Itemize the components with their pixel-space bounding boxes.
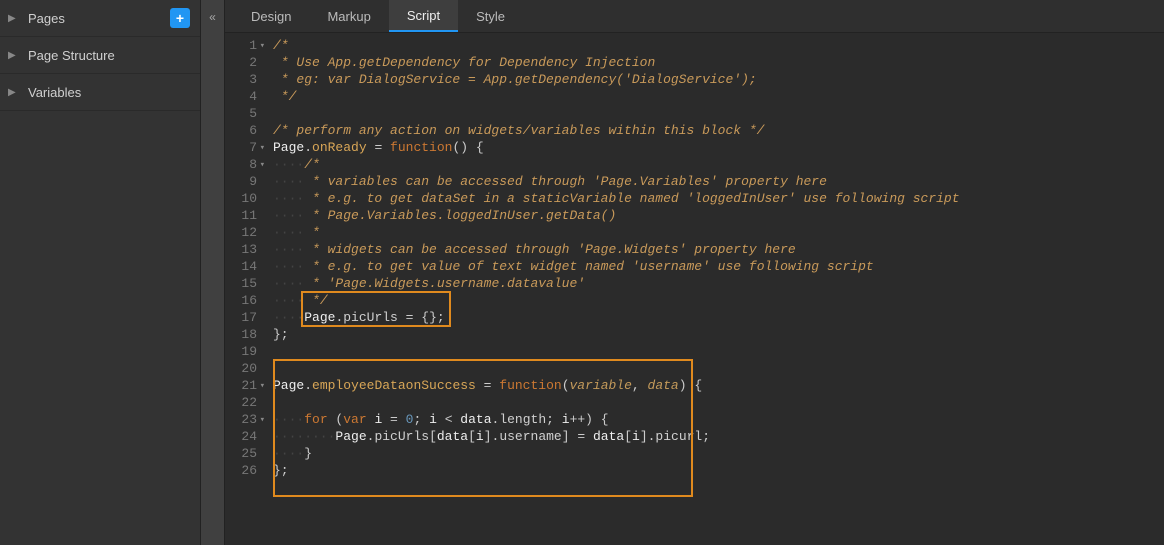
line-number: 7▾	[225, 139, 257, 156]
sidebar-item-label: Pages	[28, 11, 170, 26]
line-number: 20	[225, 360, 257, 377]
code-line[interactable]: ···· * e.g. to get dataSet in a staticVa…	[273, 190, 1164, 207]
add-page-button[interactable]: +	[170, 8, 190, 28]
code-line[interactable]	[273, 105, 1164, 122]
line-number: 11	[225, 207, 257, 224]
editor-tabbar: Design Markup Script Style	[225, 0, 1164, 33]
caret-right-icon: ▶	[8, 13, 20, 24]
caret-right-icon: ▶	[8, 50, 20, 61]
tab-label: Script	[407, 8, 440, 23]
line-number: 6	[225, 122, 257, 139]
main-panel: Design Markup Script Style 1▾234567▾8▾91…	[225, 0, 1164, 545]
tab-markup[interactable]: Markup	[309, 0, 388, 32]
line-number: 3	[225, 71, 257, 88]
code-line[interactable]	[273, 360, 1164, 377]
sidebar-collapse-gutter: «	[201, 0, 225, 545]
line-number: 25	[225, 445, 257, 462]
code-line[interactable]: };	[273, 462, 1164, 479]
line-number: 23▾	[225, 411, 257, 428]
code-line[interactable]: * eg: var DialogService = App.getDepende…	[273, 71, 1164, 88]
code-line[interactable]: /* perform any action on widgets/variabl…	[273, 122, 1164, 139]
tab-label: Markup	[327, 9, 370, 24]
code-line[interactable]	[273, 343, 1164, 360]
line-number: 10	[225, 190, 257, 207]
line-number: 18	[225, 326, 257, 343]
code-line[interactable]: };	[273, 326, 1164, 343]
code-line[interactable]: ···· */	[273, 292, 1164, 309]
sidebar-item-variables[interactable]: ▶ Variables	[0, 74, 200, 111]
tab-label: Design	[251, 9, 291, 24]
line-number: 21▾	[225, 377, 257, 394]
tab-script[interactable]: Script	[389, 0, 458, 32]
tab-label: Style	[476, 9, 505, 24]
code-line[interactable]: ···· * variables can be accessed through…	[273, 173, 1164, 190]
code-line[interactable]	[273, 394, 1164, 411]
sidebar-item-pages[interactable]: ▶ Pages +	[0, 0, 200, 37]
code-editor[interactable]: 1▾234567▾8▾9101112131415161718192021▾222…	[225, 33, 1164, 545]
code-line[interactable]: */	[273, 88, 1164, 105]
line-number: 4	[225, 88, 257, 105]
line-number: 13	[225, 241, 257, 258]
line-number: 1▾	[225, 37, 257, 54]
code-line[interactable]: ····for (var i = 0; i < data.length; i++…	[273, 411, 1164, 428]
code-body[interactable]: /* * Use App.getDependency for Dependenc…	[263, 33, 1164, 545]
tab-style[interactable]: Style	[458, 0, 523, 32]
line-number-gutter: 1▾234567▾8▾9101112131415161718192021▾222…	[225, 33, 263, 545]
code-line[interactable]: ····}	[273, 445, 1164, 462]
sidebar-item-label: Page Structure	[28, 48, 190, 63]
code-line[interactable]: /*	[273, 37, 1164, 54]
collapse-sidebar-button[interactable]: «	[204, 8, 222, 26]
sidebar-item-page-structure[interactable]: ▶ Page Structure	[0, 37, 200, 74]
line-number: 9	[225, 173, 257, 190]
sidebar: ▶ Pages + ▶ Page Structure ▶ Variables	[0, 0, 201, 545]
line-number: 22	[225, 394, 257, 411]
code-line[interactable]: ···· * widgets can be accessed through '…	[273, 241, 1164, 258]
line-number: 5	[225, 105, 257, 122]
line-number: 17	[225, 309, 257, 326]
line-number: 19	[225, 343, 257, 360]
tab-design[interactable]: Design	[233, 0, 309, 32]
line-number: 26	[225, 462, 257, 479]
line-number: 2	[225, 54, 257, 71]
code-line[interactable]: ········Page.picUrls[data[i].username] =…	[273, 428, 1164, 445]
line-number: 15	[225, 275, 257, 292]
line-number: 8▾	[225, 156, 257, 173]
code-line[interactable]: Page.onReady = function() {	[273, 139, 1164, 156]
sidebar-item-label: Variables	[28, 85, 190, 100]
code-line[interactable]: ···· * Page.Variables.loggedInUser.getDa…	[273, 207, 1164, 224]
code-line[interactable]: ···· * 'Page.Widgets.username.datavalue'	[273, 275, 1164, 292]
code-line[interactable]: * Use App.getDependency for Dependency I…	[273, 54, 1164, 71]
line-number: 14	[225, 258, 257, 275]
caret-right-icon: ▶	[8, 87, 20, 98]
code-line[interactable]: ···· *	[273, 224, 1164, 241]
code-line[interactable]: ····Page.picUrls = {};	[273, 309, 1164, 326]
code-line[interactable]: Page.employeeDataonSuccess = function(va…	[273, 377, 1164, 394]
line-number: 12	[225, 224, 257, 241]
code-line[interactable]: ···· * e.g. to get value of text widget …	[273, 258, 1164, 275]
line-number: 16	[225, 292, 257, 309]
line-number: 24	[225, 428, 257, 445]
chevron-left-icon: «	[209, 10, 216, 24]
code-line[interactable]: ····/*	[273, 156, 1164, 173]
